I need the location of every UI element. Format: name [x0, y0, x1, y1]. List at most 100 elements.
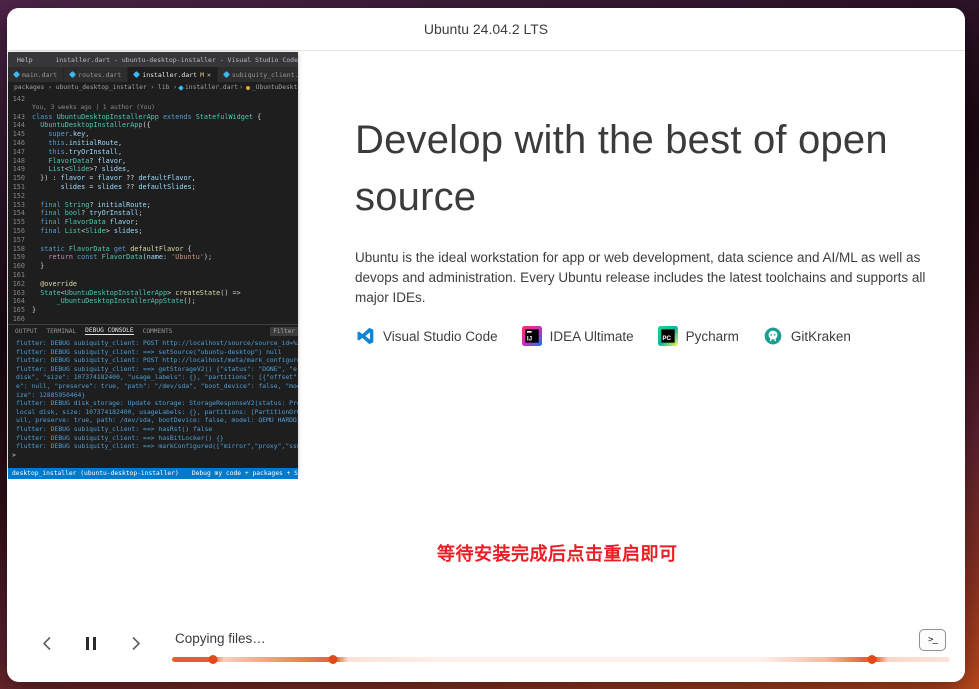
vscode-editor-tabs: main.dartroutes.dartinstaller.dartM✕subi…	[8, 67, 298, 82]
code-line: 157	[8, 236, 298, 245]
code-line: 160 }	[8, 262, 298, 271]
code-line: 158 static FlavorData get defaultFlavor …	[8, 245, 298, 254]
app-label: IDEA Ultimate	[550, 329, 634, 344]
terminal-button[interactable]: >_	[919, 629, 946, 651]
gitkraken-icon	[763, 326, 783, 346]
code-line: 155 final FlavorData flavor;	[8, 218, 298, 227]
vscode-code-editor: 142You, 3 weeks ago | 1 author (You)143c…	[8, 93, 298, 324]
chinese-annotation: 等待安装完成后点击重启即可	[437, 540, 678, 566]
window-title: Ubuntu 24.04.2 LTS	[424, 21, 548, 37]
breadcrumb-symbol: _UbuntuDesktopInstallerAppStat	[252, 84, 298, 91]
code-line: 161	[8, 271, 298, 280]
dart-file-icon	[223, 71, 230, 78]
code-line: 149 List<Slide>? slides,	[8, 165, 298, 174]
code-line: 163 State<UbuntuDesktopInstallerApp> cre…	[8, 289, 298, 298]
console-line: ull, preserve: true, path: /dev/sda, boo…	[8, 416, 298, 425]
progress-dot	[868, 655, 877, 664]
panel-tab: OUTPUT	[15, 328, 37, 335]
code-line: You, 3 weeks ago | 1 author (You)	[8, 104, 298, 113]
console-line: local disk, size: 107374182400, usageLab…	[8, 408, 298, 417]
chevron-left-icon	[42, 636, 52, 651]
installer-window: Ubuntu 24.04.2 LTS Help installer.dart -…	[7, 8, 965, 682]
vscode-status-launch-config: Debug my code + packages + SDK	[192, 470, 298, 477]
code-line: 146 this.initialRoute,	[8, 139, 298, 148]
breadcrumb-path: packages › ubuntu_desktop_installer › li…	[14, 84, 177, 91]
console-line: flutter: DEBUG subiquity_client: ==> get…	[8, 365, 298, 374]
code-line: 142	[8, 95, 298, 104]
vscode-breadcrumb: packages › ubuntu_desktop_installer › li…	[8, 82, 298, 93]
dart-file-icon	[178, 85, 184, 91]
vscode-tab: subiquity_client.dart	[218, 67, 298, 82]
vscode-window-title: installer.dart - ubuntu-desktop-installe…	[47, 56, 298, 64]
console-line: flutter: DEBUG subiquity_client: ==> has…	[8, 434, 298, 443]
panel-tab: TERMINAL	[46, 328, 76, 335]
app-logos-row: Visual Studio Code IJ IDEA Ultimate PC Pycha…	[355, 326, 851, 346]
console-prompt: >	[8, 451, 298, 460]
previous-slide-button[interactable]	[36, 632, 58, 654]
filter-box: Filter	[270, 327, 298, 336]
code-line: 148 FlavorData? flavor,	[8, 157, 298, 166]
slide-body-text: Ubuntu is the ideal workstation for app …	[355, 248, 927, 308]
code-line: 151 slides = slides ?? defaultSlides;	[8, 183, 298, 192]
svg-text:IJ: IJ	[526, 336, 532, 343]
code-line: 150 }) : flavor = flavor ?? defaultFlavo…	[8, 174, 298, 183]
app-label: GitKraken	[791, 329, 851, 344]
console-line: flutter: DEBUG disk_storage: Update stor…	[8, 399, 298, 408]
app-logo-item: PC Pycharm	[658, 326, 739, 346]
symbol-icon	[246, 86, 250, 90]
vscode-tab: routes.dart	[64, 67, 128, 82]
progress-dot	[209, 655, 218, 664]
vscode-screenshot: Help installer.dart - ubuntu-desktop-ins…	[8, 52, 298, 474]
console-line: flutter: DEBUG subiquity_client: ==> mar…	[8, 442, 298, 451]
code-line: 156 final List<Slide> slides;	[8, 227, 298, 236]
code-line: 145 super.key,	[8, 130, 298, 139]
chevron-right-icon	[131, 636, 141, 651]
progress-dot	[329, 655, 338, 664]
console-line: flutter: DEBUG subiquity_client: ==> set…	[8, 348, 298, 357]
code-line: 144 UbuntuDesktopInstallerApp({	[8, 121, 298, 130]
console-line: flutter: DEBUG subiquity_client: ==> has…	[8, 425, 298, 434]
panel-tab: DEBUG CONSOLE	[85, 327, 133, 335]
window-titlebar: Ubuntu 24.04.2 LTS	[7, 8, 965, 51]
code-line: 153 final String? initialRoute;	[8, 201, 298, 210]
app-logo-item: Visual Studio Code	[355, 326, 498, 346]
vscode-status-project: desktop_installer (ubuntu-desktop-instal…	[12, 470, 179, 477]
console-line: flutter: DEBUG subiquity_client: POST ht…	[8, 339, 298, 348]
vscode-help-menu: Help	[17, 56, 33, 64]
dart-file-icon	[133, 71, 140, 78]
pycharm-icon: PC	[658, 326, 678, 346]
svg-text:PC: PC	[662, 335, 671, 342]
console-line: flutter: DEBUG subiquity_client: POST ht…	[8, 356, 298, 365]
next-slide-button[interactable]	[125, 632, 147, 654]
vscode-debug-console: flutter: DEBUG subiquity_client: POST ht…	[8, 337, 298, 468]
app-label: Pycharm	[686, 329, 739, 344]
app-label: Visual Studio Code	[383, 329, 498, 344]
install-progress-bar	[172, 657, 950, 662]
terminal-icon: >_	[928, 635, 937, 645]
app-logo-item: IJ IDEA Ultimate	[522, 326, 634, 346]
dart-file-icon	[13, 71, 20, 78]
code-line: 165}	[8, 306, 298, 315]
install-status-text: Copying files…	[175, 631, 266, 646]
intellij-icon: IJ	[522, 326, 542, 346]
vscode-status-bar: desktop_installer (ubuntu-desktop-instal…	[8, 468, 298, 479]
pause-slideshow-button[interactable]	[80, 632, 102, 654]
console-line: e": null, "preserve": true, "path": "/de…	[8, 382, 298, 391]
code-line: 166	[8, 315, 298, 324]
vscode-tab: installer.dartM✕	[128, 67, 218, 82]
console-line: ize": 12885950464}	[8, 391, 298, 400]
panel-tab: COMMENTS	[143, 328, 173, 335]
vscode-panel-tabs: OUTPUT TERMINAL DEBUG CONSOLE COMMENTS Filte…	[8, 324, 298, 337]
console-line: disk", "size": 107374182400, "usage_labe…	[8, 373, 298, 382]
code-line: 143class UbuntuDesktopInstallerApp exten…	[8, 113, 298, 122]
pause-icon	[86, 637, 96, 650]
code-line: 159 return const FlavorData(name: 'Ubunt…	[8, 253, 298, 262]
code-line: 152	[8, 192, 298, 201]
code-line: 147 this.tryOrInstall,	[8, 148, 298, 157]
slide-heading: Develop with the best of open source	[355, 112, 955, 226]
breadcrumb-separator: ›	[239, 84, 243, 91]
vscode-icon	[355, 326, 375, 346]
code-line: 164 _UbuntuDesktopInstallerAppState();	[8, 297, 298, 306]
vscode-titlebar: Help installer.dart - ubuntu-desktop-ins…	[8, 52, 298, 67]
close-tab-icon: ✕	[207, 71, 211, 79]
